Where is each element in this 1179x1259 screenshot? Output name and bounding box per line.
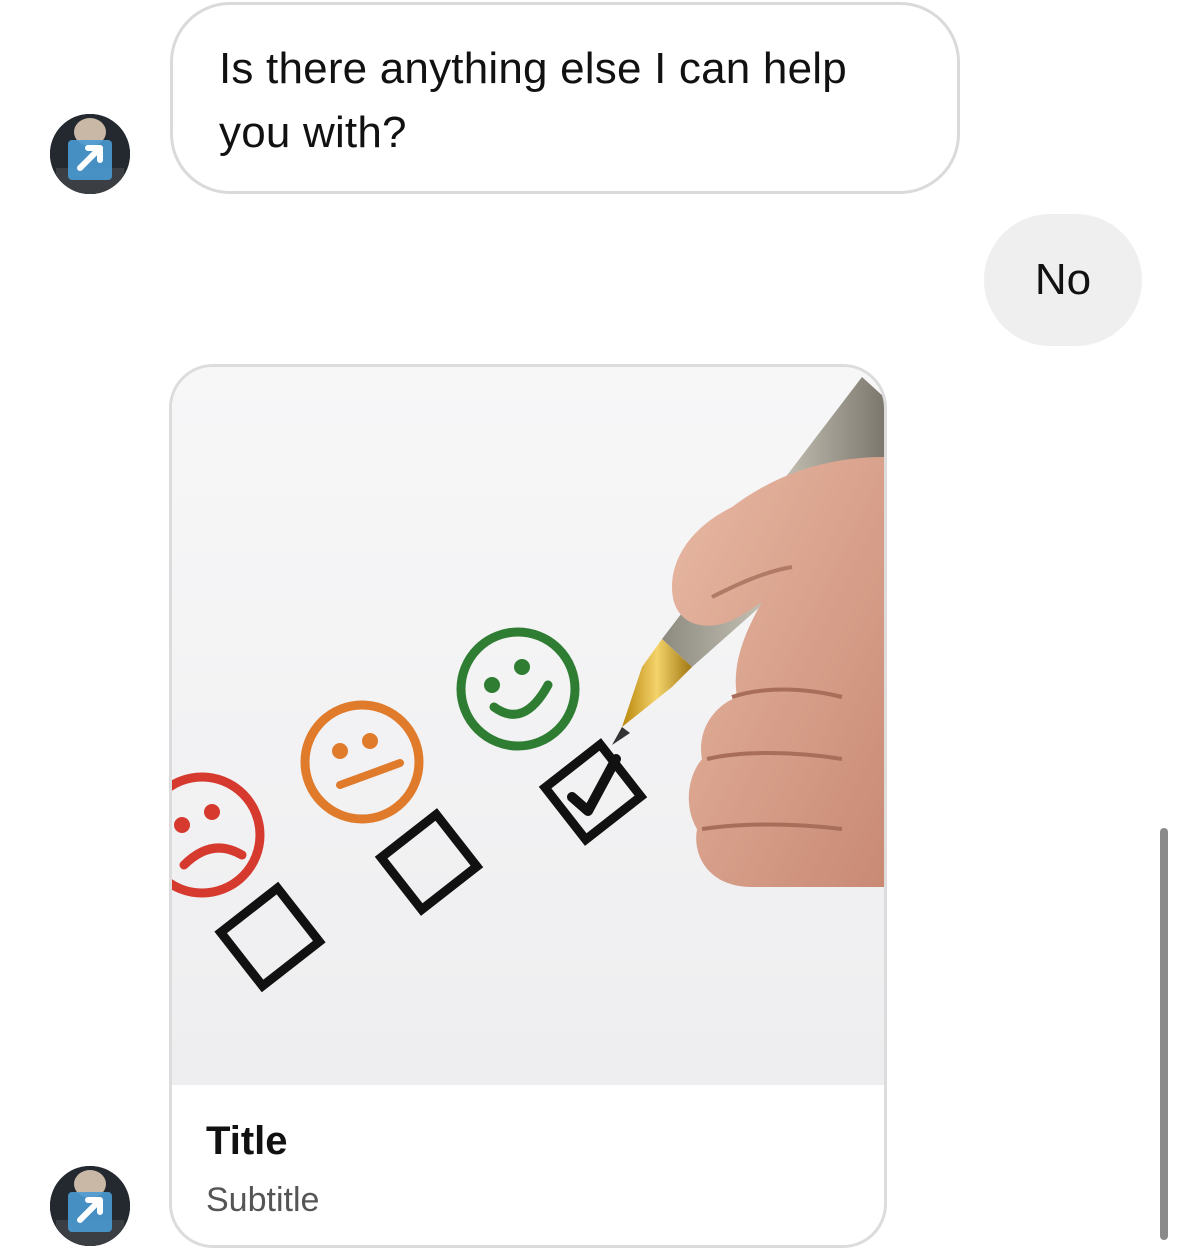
bot-message-text: Is there anything else I can help you wi… [219,44,847,157]
vertical-scrollbar[interactable] [1160,828,1168,1240]
bot-avatar-icon[interactable] [50,114,130,194]
bot-message-bubble: Is there anything else I can help you wi… [170,2,960,194]
card-title: Title [206,1119,288,1163]
card-subtitle: Subtitle [206,1181,320,1219]
satisfaction-survey-image [172,367,884,1085]
user-message-bubble: No [984,214,1142,346]
user-message-text: No [1034,255,1092,304]
rich-card[interactable]: Title Subtitle [169,364,887,1248]
bot-avatar-icon[interactable] [50,1166,130,1246]
chat-screen: Is there anything else I can help you wi… [0,0,1179,1259]
